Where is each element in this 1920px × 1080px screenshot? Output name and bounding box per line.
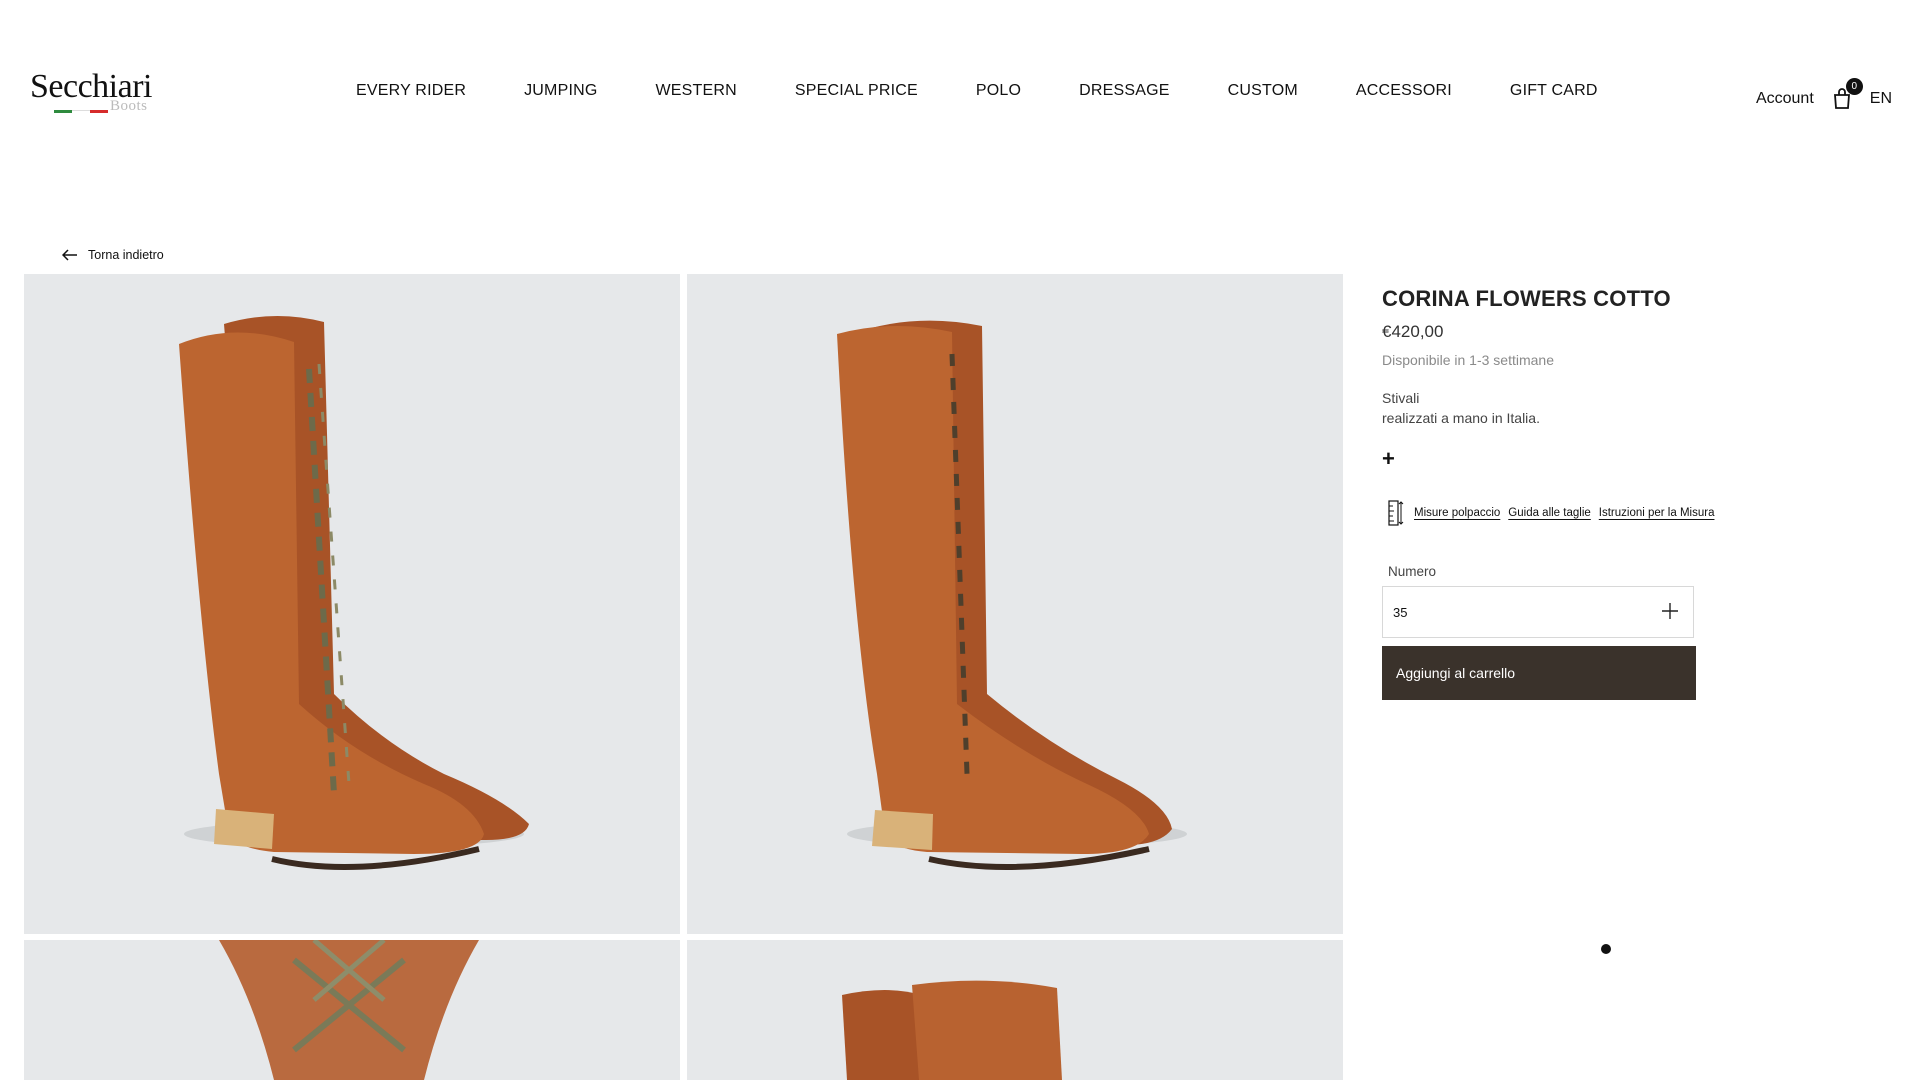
- measure-instructions-link[interactable]: Istruzioni per la Misura: [1599, 507, 1715, 519]
- description-line-2: realizzati a mano in Italia.: [1382, 410, 1540, 426]
- boot-lace-detail-illustration: [219, 940, 479, 1080]
- size-selector[interactable]: 35: [1382, 586, 1694, 638]
- nav-item-accessori[interactable]: ACCESSORI: [1356, 82, 1452, 100]
- boot-pair-illustration: [179, 315, 529, 870]
- logo-subtext: Boots: [110, 98, 148, 114]
- nav-item-every-rider[interactable]: EVERY RIDER: [356, 82, 466, 100]
- product-title: CORINA FLOWERS COTTO: [1382, 286, 1671, 311]
- cart-button[interactable]: 0: [1832, 78, 1863, 110]
- nav-item-polo[interactable]: POLO: [976, 82, 1021, 100]
- size-value: 35: [1393, 605, 1408, 620]
- header-actions: Account 0 EN: [1756, 78, 1892, 110]
- nav-item-special-price[interactable]: SPECIAL PRICE: [795, 82, 918, 100]
- brand-logo[interactable]: Secchiari Boots: [30, 68, 155, 118]
- size-guide-links: Misure polpaccio Guida alle taglie Istru…: [1388, 500, 1714, 526]
- nav-item-western[interactable]: WESTERN: [656, 82, 737, 100]
- calf-measure-link[interactable]: Misure polpaccio: [1414, 507, 1500, 519]
- nav-item-jumping[interactable]: JUMPING: [524, 82, 597, 100]
- nav-item-custom[interactable]: CUSTOM: [1228, 82, 1298, 100]
- cart-count-badge: 0: [1845, 78, 1863, 95]
- boot-pair-side-illustration: [837, 320, 1187, 870]
- product-image-4[interactable]: [687, 940, 1343, 1080]
- product-image-3[interactable]: [24, 940, 680, 1080]
- site-header: Secchiari Boots EVERY RIDER JUMPING WEST…: [0, 0, 1920, 190]
- boot-top-illustration: [842, 980, 1062, 1080]
- product-price: €420,00: [1382, 322, 1444, 341]
- nav-item-dressage[interactable]: DRESSAGE: [1079, 82, 1170, 100]
- main-nav: EVERY RIDER JUMPING WESTERN SPECIAL PRIC…: [356, 82, 1656, 100]
- product-info: CORINA FLOWERS COTTO €420,00 Disponibile…: [1382, 286, 1802, 700]
- availability-text: Disponibile in 1-3 settimane: [1382, 352, 1554, 368]
- product-image-2[interactable]: [687, 274, 1343, 934]
- account-link[interactable]: Account: [1756, 90, 1814, 108]
- carousel-dot[interactable]: [1601, 944, 1611, 954]
- size-guide-link[interactable]: Guida alle taglie: [1508, 507, 1590, 519]
- arrow-left-icon: [62, 249, 77, 261]
- ruler-icon: [1388, 500, 1404, 526]
- nav-item-gift-card[interactable]: GIFT CARD: [1510, 82, 1598, 100]
- add-to-cart-button[interactable]: Aggiungi al carrello: [1382, 646, 1696, 700]
- back-link[interactable]: Torna indietro: [62, 248, 164, 262]
- back-link-label: Torna indietro: [88, 248, 164, 262]
- expand-details-button[interactable]: +: [1382, 446, 1395, 472]
- product-image-1[interactable]: [24, 274, 680, 934]
- description-line-1: Stivali: [1382, 390, 1420, 406]
- language-switcher[interactable]: EN: [1870, 90, 1892, 108]
- italian-flag-stripe: [54, 110, 108, 113]
- plus-icon[interactable]: [1659, 600, 1681, 622]
- size-label: Numero: [1388, 564, 1437, 579]
